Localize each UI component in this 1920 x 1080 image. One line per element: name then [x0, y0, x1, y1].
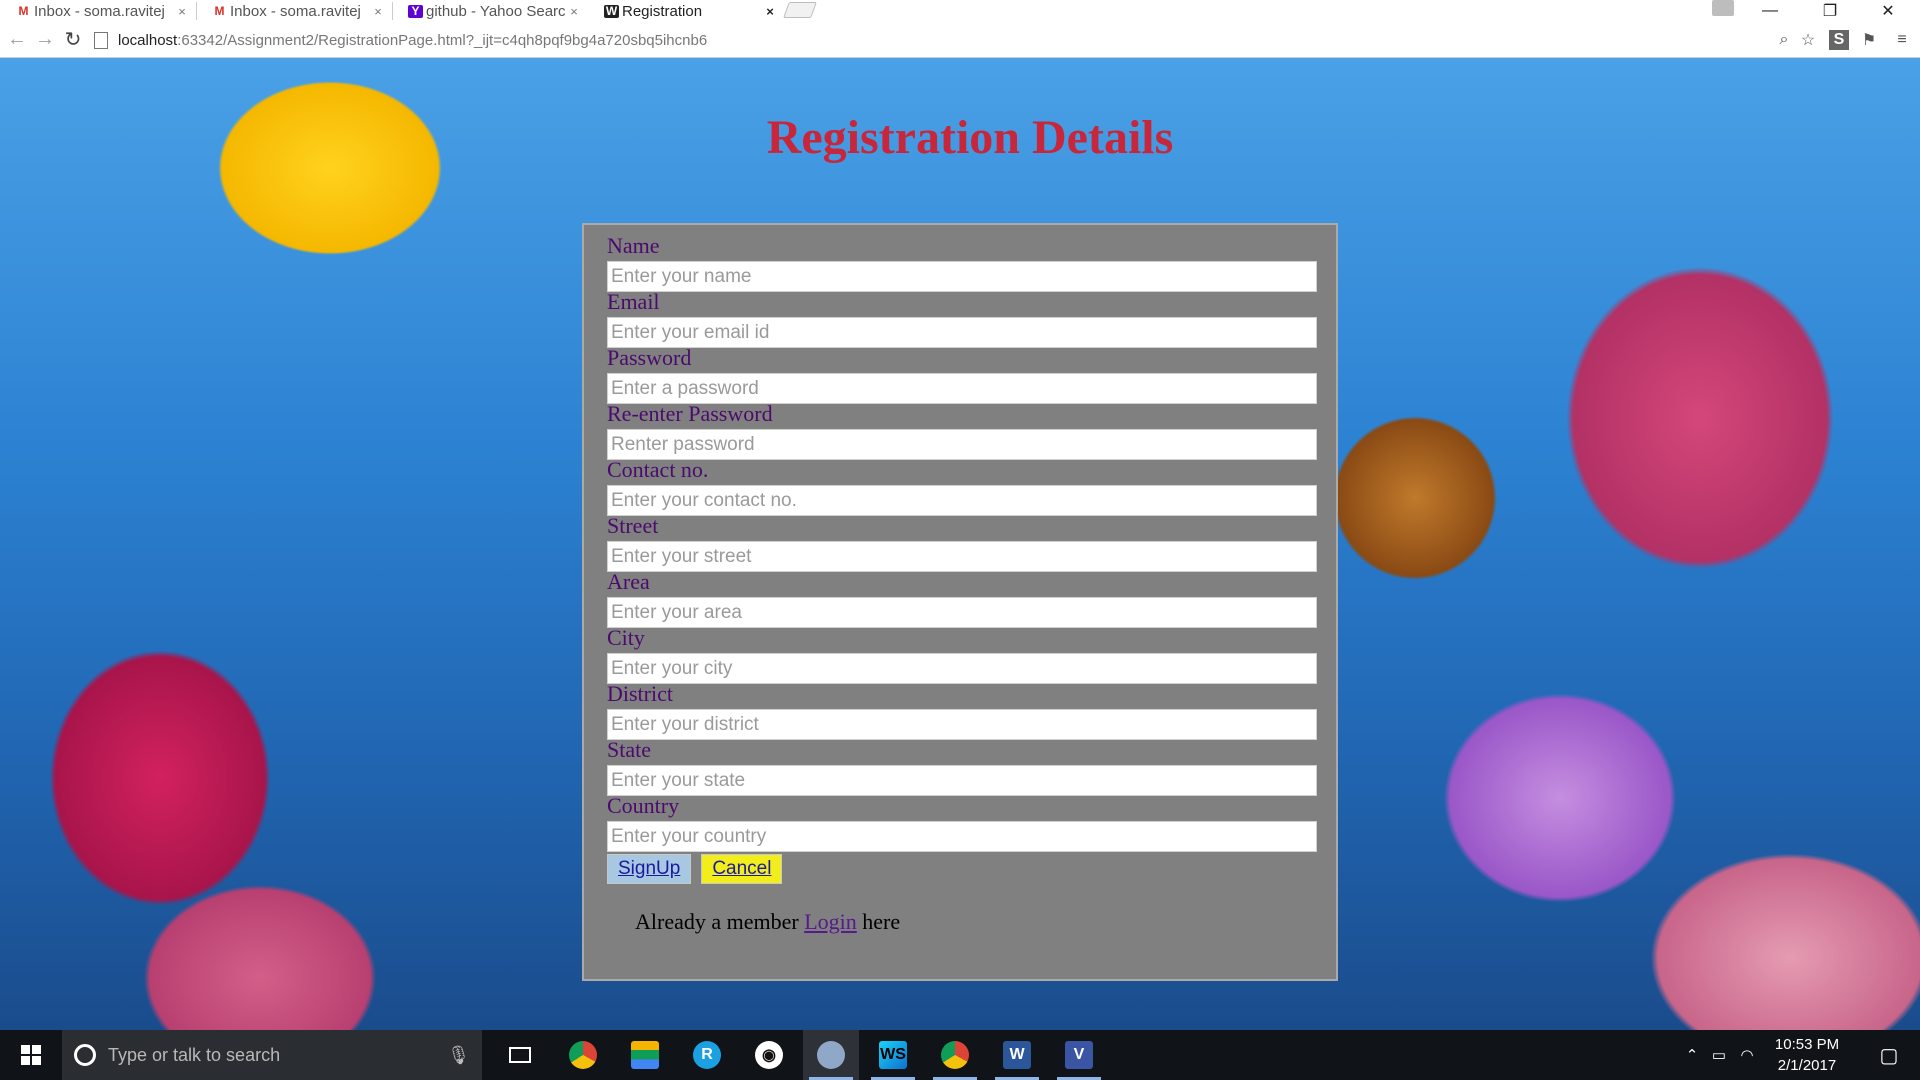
gmail-icon: M	[18, 4, 29, 18]
button-row: SignUp Cancel	[607, 854, 1316, 884]
contact-label: Contact no.	[607, 457, 709, 482]
district-label: District	[607, 681, 673, 706]
signup-button[interactable]: SignUp	[607, 854, 692, 884]
clock-date: 2/1/2017	[1777, 1057, 1837, 1074]
clock-time: 10:53 PM	[1774, 1036, 1840, 1053]
address-bar[interactable]: localhost:63342/Assignment2/Registration…	[94, 27, 1814, 53]
word-icon[interactable]: W	[989, 1030, 1045, 1080]
new-tab-button[interactable]	[783, 2, 817, 18]
tab-close-icon[interactable]: ×	[174, 4, 190, 19]
tab-title: github - Yahoo Searc	[426, 2, 566, 20]
browser-toolbar: ← → ↻ localhost:63342/Assignment2/Regist…	[0, 22, 1920, 58]
tab-inbox-2[interactable]: M Inbox - soma.ravitej ×	[196, 0, 386, 22]
country-label: Country	[607, 793, 680, 818]
yahoo-icon: Y	[408, 4, 423, 18]
cortana-icon	[74, 1044, 96, 1066]
email-label: Email	[607, 289, 660, 314]
country-input[interactable]	[607, 821, 1317, 852]
tab-inbox-1[interactable]: M Inbox - soma.ravitej ×	[0, 0, 190, 22]
taskbar-search-placeholder: Type or talk to search	[108, 1044, 281, 1065]
city-label: City	[607, 625, 645, 650]
login-link[interactable]: Login	[804, 909, 857, 934]
github-icon[interactable]: ◉	[741, 1030, 797, 1080]
tab-yahoo-search[interactable]: Y github - Yahoo Searc ×	[392, 0, 582, 22]
chrome-icon[interactable]	[927, 1030, 983, 1080]
tab-close-icon[interactable]: ×	[370, 4, 386, 19]
extension-s-icon[interactable]: S	[1829, 30, 1849, 50]
registration-form: Name Email Password Re-enter Password Co…	[582, 223, 1338, 981]
member-prefix: Already a member	[635, 909, 799, 934]
taskbar-search[interactable]: Type or talk to search 🎙	[62, 1030, 482, 1080]
member-suffix: here	[862, 909, 901, 934]
street-label: Street	[607, 513, 659, 538]
page-title: Registration Details	[766, 111, 1174, 164]
extension-icon[interactable]: ⚑	[1859, 30, 1879, 50]
url-path: :63342/Assignment2/RegistrationPage.html…	[177, 31, 708, 49]
email-input[interactable]	[607, 317, 1317, 348]
cancel-button[interactable]: Cancel	[701, 854, 783, 884]
menu-icon[interactable]: ≡	[1892, 30, 1912, 50]
page-viewport: Registration Details Name Email Password…	[0, 58, 1920, 1030]
tab-close-icon[interactable]: ×	[762, 4, 778, 19]
password-input[interactable]	[607, 373, 1317, 404]
forward-icon[interactable]: →	[34, 28, 56, 50]
close-window-button[interactable]: ✕	[1864, 0, 1912, 22]
name-input[interactable]	[607, 261, 1317, 292]
task-view-icon[interactable]	[492, 1030, 548, 1080]
chrome-icon[interactable]	[803, 1030, 859, 1080]
microphone-icon[interactable]: 🎙	[447, 1045, 470, 1066]
state-label: State	[607, 737, 651, 762]
r-app-icon[interactable]: R	[679, 1030, 735, 1080]
gmail-icon: M	[214, 4, 225, 18]
state-input[interactable]	[607, 765, 1317, 796]
start-button[interactable]	[0, 1030, 62, 1080]
url-host: localhost	[118, 31, 178, 49]
tab-close-icon[interactable]: ×	[566, 4, 582, 19]
password-label: Password	[607, 345, 692, 370]
already-member-line: Already a member Login here	[635, 909, 1316, 935]
wifi-icon[interactable]: ◠	[1734, 1030, 1760, 1080]
battery-icon[interactable]: ▭	[1706, 1030, 1732, 1080]
area-label: Area	[607, 569, 650, 594]
reenter-password-label: Re-enter Password	[607, 401, 773, 426]
zoom-icon[interactable]: ⌕	[1774, 30, 1794, 50]
district-input[interactable]	[607, 709, 1317, 740]
area-input[interactable]	[607, 597, 1317, 628]
webstorm-icon[interactable]: WS	[865, 1030, 921, 1080]
windows-logo-icon	[21, 1045, 41, 1065]
reenter-password-input[interactable]	[607, 429, 1317, 460]
taskbar: Type or talk to search 🎙 R ◉ WS W V ⌃ ▭ …	[0, 1030, 1920, 1080]
minimize-button[interactable]: —	[1746, 0, 1794, 22]
back-icon[interactable]: ←	[6, 28, 28, 50]
tab-strip: M Inbox - soma.ravitej × M Inbox - soma.…	[0, 0, 1920, 22]
reload-icon[interactable]: ↻	[62, 28, 84, 51]
visio-icon[interactable]: V	[1051, 1030, 1107, 1080]
profile-icon[interactable]	[1712, 0, 1734, 16]
show-hidden-icons[interactable]: ⌃	[1680, 1030, 1704, 1080]
tab-registration[interactable]: W Registration ×	[588, 0, 778, 22]
tab-title: Inbox - soma.ravitej	[34, 2, 165, 20]
street-input[interactable]	[607, 541, 1317, 572]
city-input[interactable]	[607, 653, 1317, 684]
webstorm-icon: W	[604, 4, 619, 18]
stack-app-icon[interactable]	[617, 1030, 673, 1080]
bookmark-star-icon[interactable]: ☆	[1798, 30, 1818, 50]
page-icon	[94, 31, 108, 49]
tab-title: Inbox - soma.ravitej	[230, 2, 361, 20]
restore-button[interactable]: ❐	[1806, 0, 1854, 22]
action-center-icon[interactable]: ▢	[1864, 1030, 1914, 1080]
chrome-icon[interactable]	[555, 1030, 611, 1080]
name-label: Name	[607, 233, 660, 258]
taskbar-clock[interactable]: 10:53 PM 2/1/2017	[1762, 1034, 1852, 1076]
tab-title: Registration	[622, 2, 703, 20]
contact-input[interactable]	[607, 485, 1317, 516]
